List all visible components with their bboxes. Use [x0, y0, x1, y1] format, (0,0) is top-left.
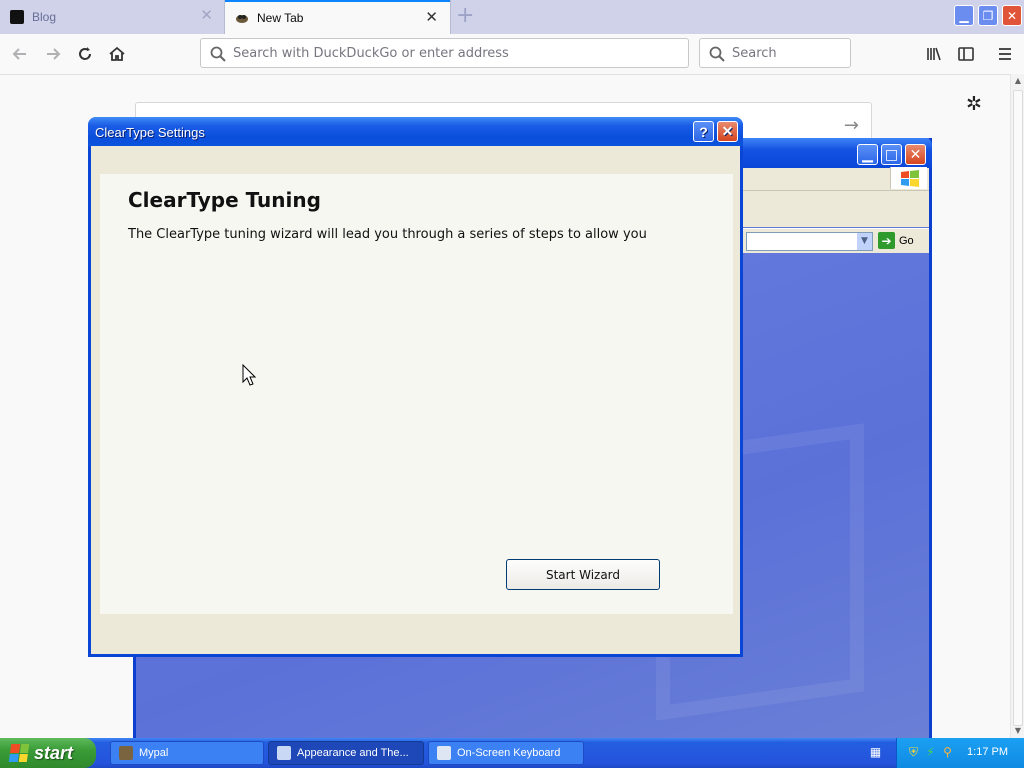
go-button[interactable]: ➔ Go — [878, 232, 914, 249]
help-icon[interactable]: ? — [693, 121, 714, 142]
taskbar: start Mypal Appearance and The... On-Scr… — [0, 738, 1024, 768]
taskbar-item-label: Mypal — [139, 747, 169, 759]
url-bar-placeholder: Search with DuckDuckGo or enter address — [233, 45, 509, 61]
minimize-icon[interactable]: ▁ — [857, 144, 878, 165]
scroll-thumb[interactable] — [1013, 90, 1023, 726]
sidebar-icon[interactable] — [954, 42, 978, 66]
start-wizard-button[interactable]: Start Wizard — [506, 559, 660, 590]
taskbar-item-appearance[interactable]: Appearance and The... — [268, 741, 424, 765]
security-shield-icon[interactable]: ⛨ — [907, 746, 920, 759]
control-panel-icon — [277, 746, 291, 760]
taskbar-item-label: On-Screen Keyboard — [457, 747, 561, 759]
tab-label: New Tab — [257, 11, 304, 25]
clock: 1:17 PM — [967, 746, 1008, 758]
tab-new-tab[interactable]: New Tab ✕ — [225, 0, 450, 34]
go-label: Go — [899, 234, 914, 247]
arrow-right-icon[interactable]: → — [844, 115, 859, 136]
mypal-favicon-icon — [235, 11, 249, 25]
new-tab-plus-icon[interactable]: + — [456, 5, 474, 27]
mouse-pointer-icon — [242, 364, 256, 386]
minimize-icon[interactable]: ▁ — [954, 5, 974, 26]
dialog-title: ClearType Settings — [95, 125, 205, 140]
search-tray-icon[interactable]: ⚲ — [941, 746, 954, 759]
scroll-down-arrow-icon[interactable]: ▼ — [1011, 724, 1024, 738]
home-icon[interactable] — [105, 42, 129, 66]
keyboard-tray-icon[interactable]: ▦ — [869, 746, 882, 759]
start-button[interactable]: start — [0, 738, 96, 768]
dialog-description: The ClearType tuning wizard will lead yo… — [128, 227, 647, 242]
windows-logo-icon — [890, 167, 927, 189]
search-bar-placeholder: Search — [732, 45, 777, 61]
dialog-titlebar[interactable]: ClearType Settings ? ✕ — [88, 117, 743, 146]
gear-icon[interactable]: ✲ — [966, 93, 982, 115]
close-tab-icon[interactable]: ✕ — [200, 8, 213, 23]
tab-label: Blog — [32, 10, 57, 24]
taskbar-item-mypal[interactable]: Mypal — [110, 741, 264, 765]
blog-favicon-icon — [10, 10, 24, 24]
chevron-down-icon[interactable]: ▼ — [857, 233, 872, 250]
cleartype-dialog: ClearType Settings ? ✕ ClearType Tuning … — [88, 117, 743, 657]
nav-toolbar: Search with DuckDuckGo or enter address … — [0, 34, 1024, 75]
search-icon — [210, 46, 226, 62]
taskbar-item-label: Appearance and The... — [297, 747, 409, 759]
start-label: start — [34, 742, 74, 763]
dialog-heading: ClearType Tuning — [128, 188, 321, 212]
mypal-icon — [119, 746, 133, 760]
close-icon[interactable]: ✕ — [905, 144, 926, 165]
search-icon — [709, 46, 725, 62]
maximize-icon[interactable]: □ — [881, 144, 902, 165]
search-bar[interactable]: Search — [699, 38, 851, 68]
menu-hamburger-icon[interactable] — [993, 42, 1017, 66]
restore-icon[interactable]: ❐ — [978, 5, 998, 26]
library-icon[interactable] — [922, 42, 946, 66]
url-bar[interactable]: Search with DuckDuckGo or enter address — [200, 38, 689, 68]
close-icon[interactable]: ✕ — [717, 121, 738, 142]
go-arrow-icon: ➔ — [878, 232, 895, 249]
back-arrow-icon[interactable] — [8, 42, 32, 66]
tab-strip: Blog ✕ New Tab ✕ + ▁ ❐ ✕ — [0, 0, 1024, 34]
forward-arrow-icon[interactable] — [41, 42, 65, 66]
scrollbar[interactable]: ▲ ▼ — [1010, 74, 1024, 738]
reload-icon[interactable] — [73, 42, 97, 66]
windows-flag-icon — [8, 744, 30, 762]
network-icon[interactable]: ⚡ — [924, 746, 937, 759]
close-window-icon[interactable]: ✕ — [1002, 5, 1022, 26]
address-input[interactable]: ▼ — [746, 232, 873, 251]
system-tray: ⛨ ⚡ ⚲ 1:17 PM — [896, 738, 1024, 768]
close-tab-icon[interactable]: ✕ — [425, 10, 438, 25]
tab-blog[interactable]: Blog ✕ — [0, 0, 225, 34]
dialog-content-panel: ClearType Tuning The ClearType tuning wi… — [100, 174, 733, 614]
taskbar-item-keyboard[interactable]: On-Screen Keyboard — [428, 741, 584, 765]
keyboard-icon — [437, 746, 451, 760]
scroll-up-arrow-icon[interactable]: ▲ — [1011, 74, 1024, 88]
